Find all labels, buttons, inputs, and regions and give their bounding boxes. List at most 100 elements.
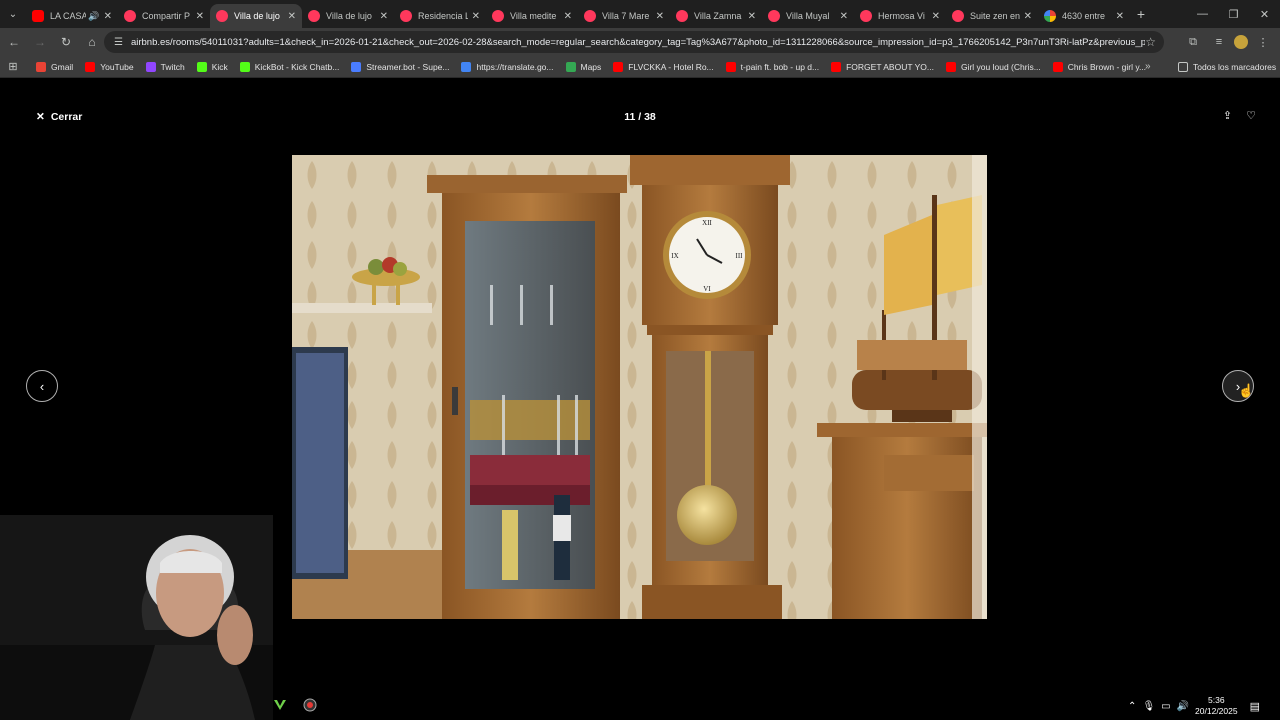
tab-strip: ⌄ LA CASA 🔊 ✕ Compartir P ✕ Villa de lujo ✕ Vil… xyxy=(0,0,1280,28)
profile-avatar[interactable] xyxy=(1234,35,1248,49)
home-icon[interactable]: ⌂ xyxy=(80,30,104,54)
toolbar-actions: ⧉ ≡ ⋮ xyxy=(1182,30,1274,54)
google-favicon-icon xyxy=(1044,10,1056,22)
restore-icon[interactable]: ❐ xyxy=(1218,0,1249,28)
tab-title: Villa Zamna xyxy=(694,11,742,21)
reload-icon[interactable]: ↻ xyxy=(54,30,78,54)
browser-tab[interactable]: Hermosa Vi ✕ xyxy=(854,4,946,28)
forward-icon[interactable]: → xyxy=(28,30,52,54)
bookmark-item[interactable]: Kick xyxy=(196,57,228,77)
browser-tab[interactable]: Residencia L ✕ xyxy=(394,4,486,28)
tab-title: Hermosa Vi xyxy=(878,11,925,21)
bookmark-item[interactable]: FLVCKKA - Hotel Ro... xyxy=(613,57,714,77)
bookmark-item[interactable]: Gmail xyxy=(36,57,73,77)
browser-tab[interactable]: Villa de lujo ✕ xyxy=(302,4,394,28)
browser-tab[interactable]: LA CASA 🔊 ✕ xyxy=(26,4,118,28)
apps-grid-icon[interactable]: ⊞ xyxy=(0,60,26,73)
tab-title: Residencia L xyxy=(418,11,468,21)
new-tab-button[interactable]: + xyxy=(1130,6,1152,22)
close-viewer-button[interactable]: ✕ Cerrar xyxy=(36,111,82,123)
address-bar[interactable]: ☰ airbnb.es/rooms/54011031?adults=1&chec… xyxy=(104,31,1164,53)
bookmark-item[interactable]: t-pain ft. bob - up d... xyxy=(725,57,819,77)
navigation-bar: ← → ↻ ⌂ ☰ airbnb.es/rooms/54011031?adult… xyxy=(0,28,1280,56)
browser-tab[interactable]: Suite zen en ✕ xyxy=(946,4,1038,28)
kick-icon xyxy=(196,61,207,72)
clock-time: 5:36 xyxy=(1208,695,1225,705)
volume-icon[interactable]: 🔊 xyxy=(1177,701,1189,712)
tab-close-icon[interactable]: ✕ xyxy=(288,11,296,22)
bookmark-label: Maps xyxy=(580,61,602,72)
browser-tab[interactable]: 4630 entre ✕ xyxy=(1038,4,1130,28)
tab-title: Villa medite xyxy=(510,11,557,21)
bookmark-label: Gmail xyxy=(51,61,74,72)
tab-search-button[interactable]: ⌄ xyxy=(0,0,26,28)
browser-tab[interactable]: Compartir P ✕ xyxy=(118,4,210,28)
all-bookmarks-folder[interactable]: Todos los marcadores xyxy=(1178,57,1276,77)
obs-record-icon[interactable] xyxy=(303,698,317,712)
tab-close-icon[interactable]: ✕ xyxy=(472,11,480,22)
site-info-icon[interactable]: ☰ xyxy=(114,37,123,48)
network-icon[interactable]: ▭ xyxy=(1161,701,1170,712)
tab-close-icon[interactable]: ✕ xyxy=(564,11,572,22)
bookmark-label: Twitch xyxy=(160,61,185,72)
minimize-icon[interactable]: — xyxy=(1187,0,1218,28)
tab-close-icon[interactable]: ✕ xyxy=(1024,11,1032,22)
bookmark-item[interactable]: Maps xyxy=(565,57,602,77)
tab-close-icon[interactable]: ✕ xyxy=(932,11,940,22)
tab-title: Suite zen en xyxy=(970,11,1020,21)
media-control-icon[interactable]: ≡ xyxy=(1208,30,1230,54)
tab-close-icon[interactable]: ✕ xyxy=(656,11,664,22)
tab-close-icon[interactable]: ✕ xyxy=(1116,11,1124,22)
browser-tab[interactable]: Villa medite ✕ xyxy=(486,4,578,28)
tab-close-icon[interactable]: ✕ xyxy=(840,11,848,22)
back-icon[interactable]: ← xyxy=(2,30,26,54)
translate-icon xyxy=(461,61,472,72)
tab-close-icon[interactable]: ✕ xyxy=(380,11,388,22)
webcam-person-illustration xyxy=(0,515,273,720)
browser-tab[interactable]: Villa de lujo ✕ xyxy=(210,4,302,28)
browser-tab[interactable]: Villa 7 Mare ✕ xyxy=(578,4,670,28)
tab-close-icon[interactable]: ✕ xyxy=(748,11,756,22)
previous-photo-button[interactable]: ‹ xyxy=(26,370,58,402)
taskbar-clock[interactable]: 5:36 20/12/2025 xyxy=(1195,695,1238,717)
favorite-heart-icon[interactable]: ♡ xyxy=(1246,109,1256,122)
bookmark-item[interactable]: KickBot - Kick Chatb... xyxy=(239,57,339,77)
bookmark-item[interactable]: Twitch xyxy=(145,57,185,77)
tab-title: 4630 entre xyxy=(1062,11,1106,21)
browser-tab[interactable]: Villa Muyal ✕ xyxy=(762,4,854,28)
close-window-icon[interactable]: ✕ xyxy=(1249,0,1280,28)
share-icon[interactable]: ⇪ xyxy=(1223,109,1232,122)
bookmark-label: https://translate.go... xyxy=(476,61,554,72)
notifications-icon[interactable]: ▤ xyxy=(1250,700,1260,713)
webcam-feed xyxy=(0,515,273,720)
tab-audio-icon[interactable]: 🔊 xyxy=(88,11,99,22)
airbnb-favicon-icon xyxy=(952,10,964,22)
airbnb-favicon-icon xyxy=(860,10,872,22)
bookmark-star-icon[interactable]: ☆ xyxy=(1145,35,1156,49)
tray-chevron-icon[interactable]: ⌃ xyxy=(1128,701,1136,712)
menu-icon[interactable]: ⋮ xyxy=(1252,30,1274,54)
clock-date: 20/12/2025 xyxy=(1195,706,1238,716)
bookmark-item[interactable]: FORGET ABOUT YO... xyxy=(831,57,934,77)
airbnb-favicon-icon xyxy=(400,10,412,22)
tab-close-icon[interactable]: ✕ xyxy=(196,11,204,22)
all-bookmarks-label: Todos los marcadores xyxy=(1193,61,1277,72)
airbnb-favicon-icon xyxy=(492,10,504,22)
bookmark-item[interactable]: Chris Brown - girl y... xyxy=(1052,57,1146,77)
browser-tab[interactable]: Villa Zamna ✕ xyxy=(670,4,762,28)
kickbot-icon xyxy=(239,61,250,72)
bookmark-item[interactable]: Girl you loud (Chris... xyxy=(945,57,1041,77)
bookmark-item[interactable]: YouTube xyxy=(85,57,134,77)
app-v-icon[interactable] xyxy=(273,698,287,712)
svg-text:IX: IX xyxy=(671,252,678,260)
extensions-icon[interactable]: ⧉ xyxy=(1182,30,1204,54)
more-bookmarks-icon[interactable]: » xyxy=(1145,61,1151,72)
bookmark-item[interactable]: https://translate.go... xyxy=(461,57,554,77)
airbnb-favicon-icon xyxy=(308,10,320,22)
system-tray: ⌃ 🎙 ▭ 🔊 5:36 20/12/2025 ▤ xyxy=(1128,692,1260,720)
bookmark-item[interactable]: Streamer.bot - Supe... xyxy=(351,57,449,77)
microphone-icon[interactable]: 🎙 xyxy=(1142,701,1155,712)
tab-close-icon[interactable]: ✕ xyxy=(104,11,112,22)
mouse-cursor-icon: ☝ xyxy=(1238,383,1255,398)
url-text[interactable]: airbnb.es/rooms/54011031?adults=1&check_… xyxy=(131,37,1145,48)
